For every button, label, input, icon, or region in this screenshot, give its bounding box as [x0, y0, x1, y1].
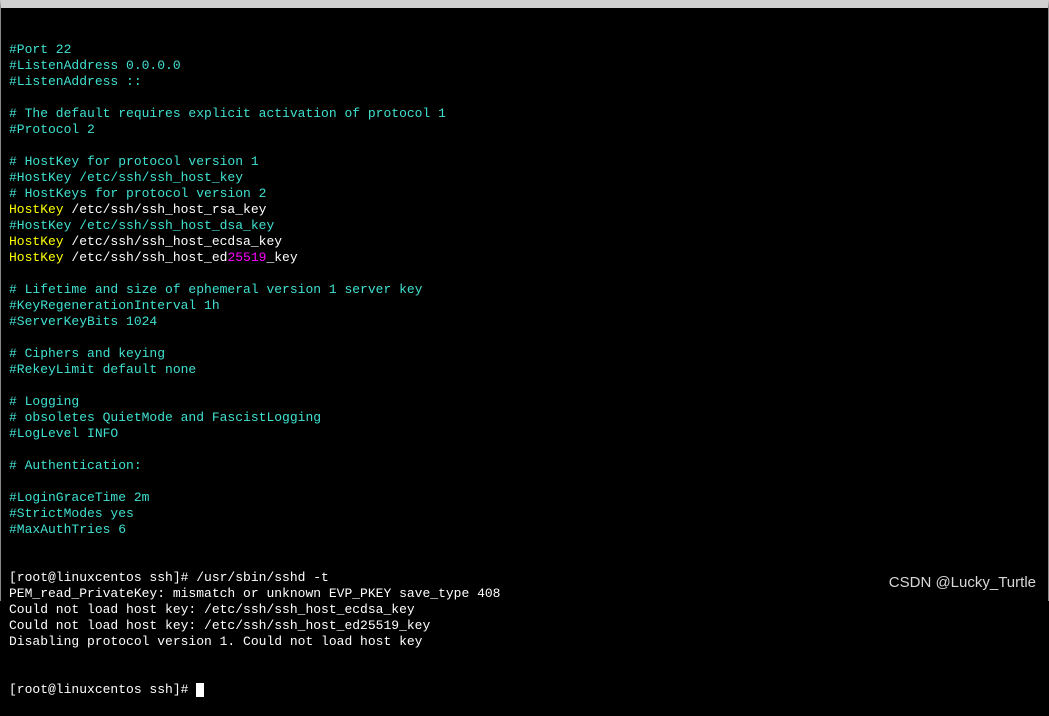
shell-prompt-line[interactable]: [root@linuxcentos ssh]#: [9, 682, 1040, 698]
config-line: [9, 90, 1040, 106]
watermark: CSDN @Lucky_Turtle: [889, 575, 1036, 591]
config-line: #MaxAuthTries 6: [9, 522, 1040, 538]
config-line: # obsoletes QuietMode and FascistLogging: [9, 410, 1040, 426]
cursor: [196, 683, 204, 697]
config-line: #RekeyLimit default none: [9, 362, 1040, 378]
config-line: [9, 266, 1040, 282]
shell-prompt: [root@linuxcentos ssh]#: [9, 682, 196, 697]
config-line: #StrictModes yes: [9, 506, 1040, 522]
config-line: [9, 138, 1040, 154]
config-line: [9, 378, 1040, 394]
config-line: # Ciphers and keying: [9, 346, 1040, 362]
config-line: HostKey /etc/ssh/ssh_host_ed25519_key: [9, 250, 1040, 266]
config-line: # Authentication:: [9, 458, 1040, 474]
config-line: #Protocol 2: [9, 122, 1040, 138]
config-line: #Port 22: [9, 42, 1040, 58]
config-line: # Lifetime and size of ephemeral version…: [9, 282, 1040, 298]
terminal-output[interactable]: #Port 22#ListenAddress 0.0.0.0#ListenAdd…: [1, 8, 1048, 716]
config-line: [9, 474, 1040, 490]
config-line: #KeyRegenerationInterval 1h: [9, 298, 1040, 314]
config-line: # HostKeys for protocol version 2: [9, 186, 1040, 202]
config-line: #ListenAddress ::: [9, 74, 1040, 90]
config-file-content: #Port 22#ListenAddress 0.0.0.0#ListenAdd…: [9, 42, 1040, 538]
config-line: HostKey /etc/ssh/ssh_host_rsa_key: [9, 202, 1040, 218]
command-output: [root@linuxcentos ssh]# /usr/sbin/sshd -…: [9, 570, 1040, 650]
config-line: #ListenAddress 0.0.0.0: [9, 58, 1040, 74]
config-line: # HostKey for protocol version 1: [9, 154, 1040, 170]
config-line: #ServerKeyBits 1024: [9, 314, 1040, 330]
config-line: # The default requires explicit activati…: [9, 106, 1040, 122]
config-line: # Logging: [9, 394, 1040, 410]
config-line: HostKey /etc/ssh/ssh_host_ecdsa_key: [9, 234, 1040, 250]
config-line: #HostKey /etc/ssh/ssh_host_dsa_key: [9, 218, 1040, 234]
output-line: PEM_read_PrivateKey: mismatch or unknown…: [9, 586, 1040, 602]
config-line: [9, 442, 1040, 458]
output-line: Could not load host key: /etc/ssh/ssh_ho…: [9, 602, 1040, 618]
config-line: [9, 330, 1040, 346]
config-line: #LoginGraceTime 2m: [9, 490, 1040, 506]
output-line: Disabling protocol version 1. Could not …: [9, 634, 1040, 650]
config-line: #HostKey /etc/ssh/ssh_host_key: [9, 170, 1040, 186]
output-line: [root@linuxcentos ssh]# /usr/sbin/sshd -…: [9, 570, 1040, 586]
output-line: Could not load host key: /etc/ssh/ssh_ho…: [9, 618, 1040, 634]
config-line: #LogLevel INFO: [9, 426, 1040, 442]
